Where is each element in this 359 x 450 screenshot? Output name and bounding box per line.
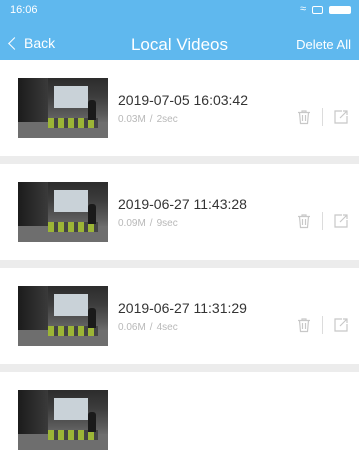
video-thumbnail[interactable] — [18, 182, 108, 242]
trash-icon[interactable] — [296, 213, 312, 229]
video-size: 0.06M — [118, 322, 146, 333]
video-meta: 0.06M/4sec — [118, 322, 178, 333]
video-datetime: 2019-07-05 16:03:42 — [118, 92, 248, 108]
item-actions — [296, 108, 349, 126]
status-time: 16:06 — [10, 4, 38, 16]
video-thumbnail[interactable] — [18, 390, 108, 450]
share-icon[interactable] — [333, 109, 349, 125]
video-info: 2019-06-27 11:31:29 0.06M/4sec — [118, 300, 247, 333]
video-duration: 9sec — [156, 218, 178, 229]
share-icon[interactable] — [333, 213, 349, 229]
divider — [322, 108, 323, 126]
video-meta: 0.09M/9sec — [118, 218, 178, 229]
nav-bar: Back Local Videos Delete All — [0, 30, 359, 60]
status-icons: ≈ — [300, 4, 351, 15]
trash-icon[interactable] — [296, 109, 312, 125]
video-datetime: 2019-06-27 11:43:28 — [118, 196, 247, 212]
status-bar: 16:06 ≈ — [0, 0, 359, 20]
video-list-item[interactable]: 2019-06-27 11:31:29 0.06M/4sec — [0, 268, 359, 372]
video-list-item[interactable]: 2019-07-05 16:03:42 0.03M/2sec — [0, 60, 359, 164]
video-info: 2019-07-05 16:03:42 0.03M/2sec — [118, 92, 248, 125]
video-duration: 4sec — [156, 322, 178, 333]
item-actions — [296, 316, 349, 334]
divider — [322, 316, 323, 334]
video-size: 0.09M — [118, 218, 146, 229]
delete-all-button[interactable]: Delete All — [296, 37, 351, 52]
wifi-icon: ≈ — [299, 3, 306, 15]
video-list-item[interactable]: 2019-06-27 11:43:28 0.09M/9sec — [0, 164, 359, 268]
video-thumbnail[interactable] — [18, 78, 108, 138]
sim-icon — [312, 5, 323, 14]
video-list: 2019-07-05 16:03:42 0.03M/2sec 2019-06-2… — [0, 60, 359, 450]
video-thumbnail[interactable] — [18, 286, 108, 346]
video-datetime: 2019-06-27 11:31:29 — [118, 300, 247, 316]
item-actions — [296, 212, 349, 230]
share-icon[interactable] — [333, 317, 349, 333]
video-info: 2019-06-27 11:43:28 0.09M/9sec — [118, 196, 247, 229]
video-list-item-partial[interactable] — [0, 372, 359, 450]
video-meta: 0.03M/2sec — [118, 114, 178, 125]
battery-icon — [329, 5, 351, 14]
video-size: 0.03M — [118, 114, 146, 125]
trash-icon[interactable] — [296, 317, 312, 333]
video-duration: 2sec — [156, 114, 178, 125]
app-header: 16:06 ≈ Back Local Videos Delete All — [0, 0, 359, 60]
divider — [322, 212, 323, 230]
